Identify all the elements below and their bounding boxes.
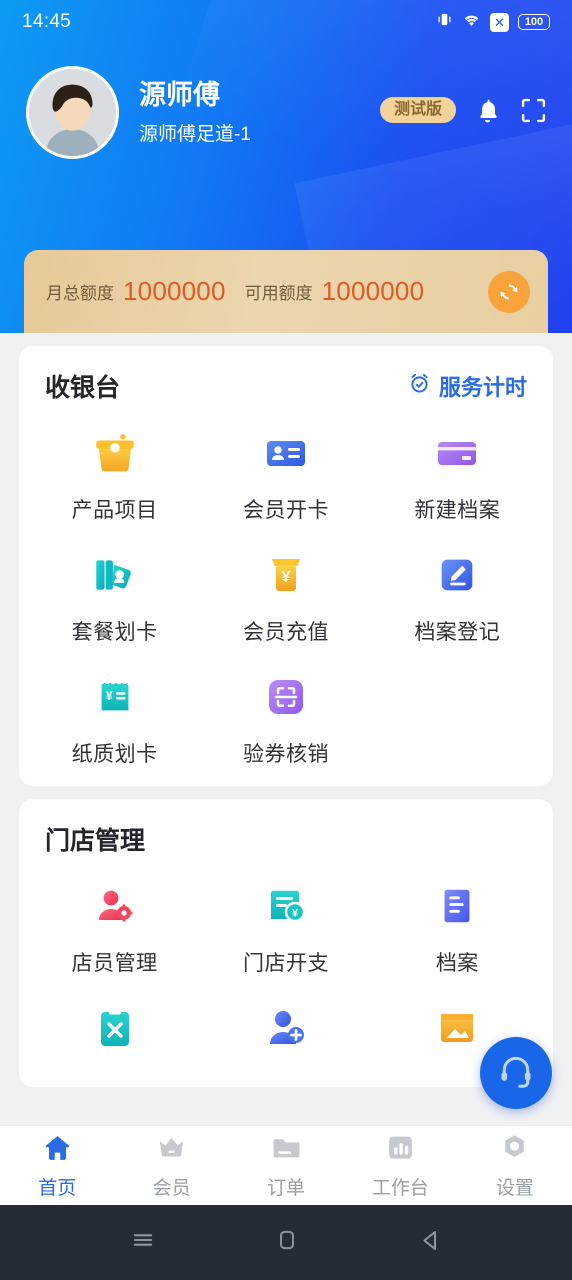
receipt-expense-icon: ¥ — [259, 879, 313, 933]
page-body: 收银台 服务计时 产品项目 会员开卡 新建档案 套餐划卡 ¥ 会员充值 档案登记… — [0, 333, 572, 1125]
store-management-card: 门店管理 店员管理 ¥ 门店开支 档案 — [19, 799, 553, 1087]
status-bar: 14:45 ✕ 100 — [0, 0, 572, 44]
alarm-clock-icon — [408, 372, 431, 401]
quota-card: 月总额度 1000000 可用额度 1000000 — [24, 250, 548, 333]
cashier-card: 收银台 服务计时 产品项目 会员开卡 新建档案 套餐划卡 ¥ 会员充值 档案登记… — [19, 346, 553, 786]
grid-label: 会员开卡 — [242, 499, 329, 522]
grid-item-store-expense[interactable]: ¥ 门店开支 — [200, 861, 371, 983]
grid-label: 档案 — [435, 952, 479, 975]
grid-label: 店员管理 — [71, 952, 158, 975]
back-triangle-icon[interactable] — [417, 1227, 444, 1259]
grid-item-package-swipe[interactable]: 套餐划卡 — [29, 530, 200, 652]
tab-order[interactable]: 订单 — [229, 1132, 343, 1200]
beta-badge[interactable]: 测试版 — [379, 97, 456, 123]
grid-item-product[interactable]: 产品项目 — [29, 408, 200, 530]
grid-label: 会员充值 — [242, 621, 329, 644]
grid-label: 档案登记 — [414, 621, 501, 644]
user-add-icon — [259, 1001, 313, 1055]
header: 14:45 ✕ 100 源师傅 源师傅足道-1 测试版 月总额度 1000000… — [0, 0, 572, 333]
scan-code-icon — [259, 670, 313, 724]
headset-support-icon — [497, 1052, 535, 1095]
store-management-grid: 店员管理 ¥ 门店开支 档案 — [29, 861, 543, 1075]
grid-item-recharge[interactable]: ¥ 会员充值 — [200, 530, 371, 652]
cashier-grid: 产品项目 会员开卡 新建档案 套餐划卡 ¥ 会员充值 档案登记 ¥ 纸质划卡 验… — [29, 408, 543, 774]
wifi-icon — [462, 12, 481, 33]
tab-home[interactable]: 首页 — [0, 1132, 114, 1200]
grid-label: 验券核销 — [242, 743, 329, 766]
receipt-yuan-icon: ¥ — [88, 670, 142, 724]
vibrate-icon — [436, 11, 453, 33]
grid-item-voucher-verify[interactable]: 验券核销 — [200, 652, 371, 774]
header-actions: 测试版 — [379, 95, 548, 125]
scan-icon[interactable] — [518, 95, 548, 125]
folder-icon — [271, 1132, 302, 1168]
id-card-icon — [259, 426, 313, 480]
tab-label: 订单 — [267, 1177, 306, 1199]
gear-icon — [499, 1132, 530, 1168]
android-nav-bar — [0, 1205, 572, 1280]
tab-label: 首页 — [38, 1177, 77, 1199]
user-gear-icon — [88, 879, 142, 933]
store-management-card-head: 门店管理 — [29, 821, 543, 861]
grid-item-paper-swipe[interactable]: ¥ 纸质划卡 — [29, 652, 200, 774]
tab-label: 工作台 — [371, 1177, 429, 1199]
home-icon — [42, 1132, 73, 1168]
cashier-title: 收银台 — [45, 374, 121, 402]
grid-item-staff-management[interactable]: 店员管理 — [29, 861, 200, 983]
tab-label: 会员 — [152, 1177, 191, 1199]
battery-icon: 100 — [518, 14, 550, 30]
app-root: 14:45 ✕ 100 源师傅 源师傅足道-1 测试版 月总额度 1000000… — [0, 0, 572, 1280]
clipboard-x-icon — [88, 1001, 142, 1055]
tab-member[interactable]: 会员 — [114, 1132, 228, 1200]
grid-item-clipboard-x[interactable] — [29, 983, 200, 1075]
quota-available-label: 可用额度 — [244, 284, 313, 303]
pencil-edit-icon — [430, 548, 484, 602]
quota-total-value: 1000000 — [123, 276, 226, 306]
menu-icon[interactable] — [129, 1226, 157, 1259]
crown-icon — [156, 1132, 187, 1168]
user-name: 源师傅 — [139, 79, 220, 110]
home-square-icon[interactable] — [274, 1227, 300, 1258]
basket-icon — [88, 426, 142, 480]
image-card-icon — [430, 1001, 484, 1055]
chart-icon — [385, 1132, 416, 1168]
atm-yuan-icon: ¥ — [259, 548, 313, 602]
customer-service-fab[interactable] — [480, 1037, 552, 1109]
bell-icon[interactable] — [472, 95, 502, 125]
grid-label: 纸质划卡 — [71, 743, 158, 766]
grid-label: 门店开支 — [242, 952, 329, 975]
tab-label: 设置 — [495, 1177, 534, 1199]
svg-text:¥: ¥ — [282, 569, 291, 586]
no-sim-icon: ✕ — [490, 12, 509, 32]
tab-workbench[interactable]: 工作台 — [343, 1132, 457, 1200]
grid-item-new-file[interactable]: 新建档案 — [372, 408, 543, 530]
quota-available-value: 1000000 — [321, 276, 425, 306]
avatar[interactable] — [26, 66, 119, 159]
profile-text: 源师傅 源师傅足道-1 — [139, 79, 251, 147]
grid-label: 套餐划卡 — [71, 621, 158, 644]
grid-item-member-card[interactable]: 会员开卡 — [200, 408, 371, 530]
status-time: 14:45 — [22, 11, 72, 32]
quota-total-label: 月总额度 — [46, 284, 114, 303]
document-lines-icon — [430, 879, 484, 933]
grid-item-file-register[interactable]: 档案登记 — [372, 530, 543, 652]
credit-card-icon — [430, 426, 484, 480]
grid-item-file-record[interactable]: 档案 — [372, 861, 543, 983]
svg-text:¥: ¥ — [105, 689, 112, 703]
grid-label: 产品项目 — [71, 499, 158, 522]
status-icons: ✕ 100 — [436, 11, 550, 33]
store-management-title: 门店管理 — [45, 827, 146, 855]
tab-settings[interactable]: 设置 — [458, 1132, 572, 1200]
tab-bar: 首页 会员 订单 工作台 设置 — [0, 1125, 572, 1205]
service-timer-label: 服务计时 — [438, 375, 527, 400]
svg-text:¥: ¥ — [292, 908, 299, 920]
store-name: 源师傅足道-1 — [139, 124, 251, 146]
grid-label: 新建档案 — [414, 499, 501, 522]
cashier-card-head: 收银台 服务计时 — [29, 368, 543, 408]
refresh-icon[interactable] — [488, 270, 530, 313]
grid-item-user-add[interactable] — [200, 983, 371, 1075]
cards-swipe-icon — [88, 548, 142, 602]
service-timer-button[interactable]: 服务计时 — [408, 370, 527, 402]
